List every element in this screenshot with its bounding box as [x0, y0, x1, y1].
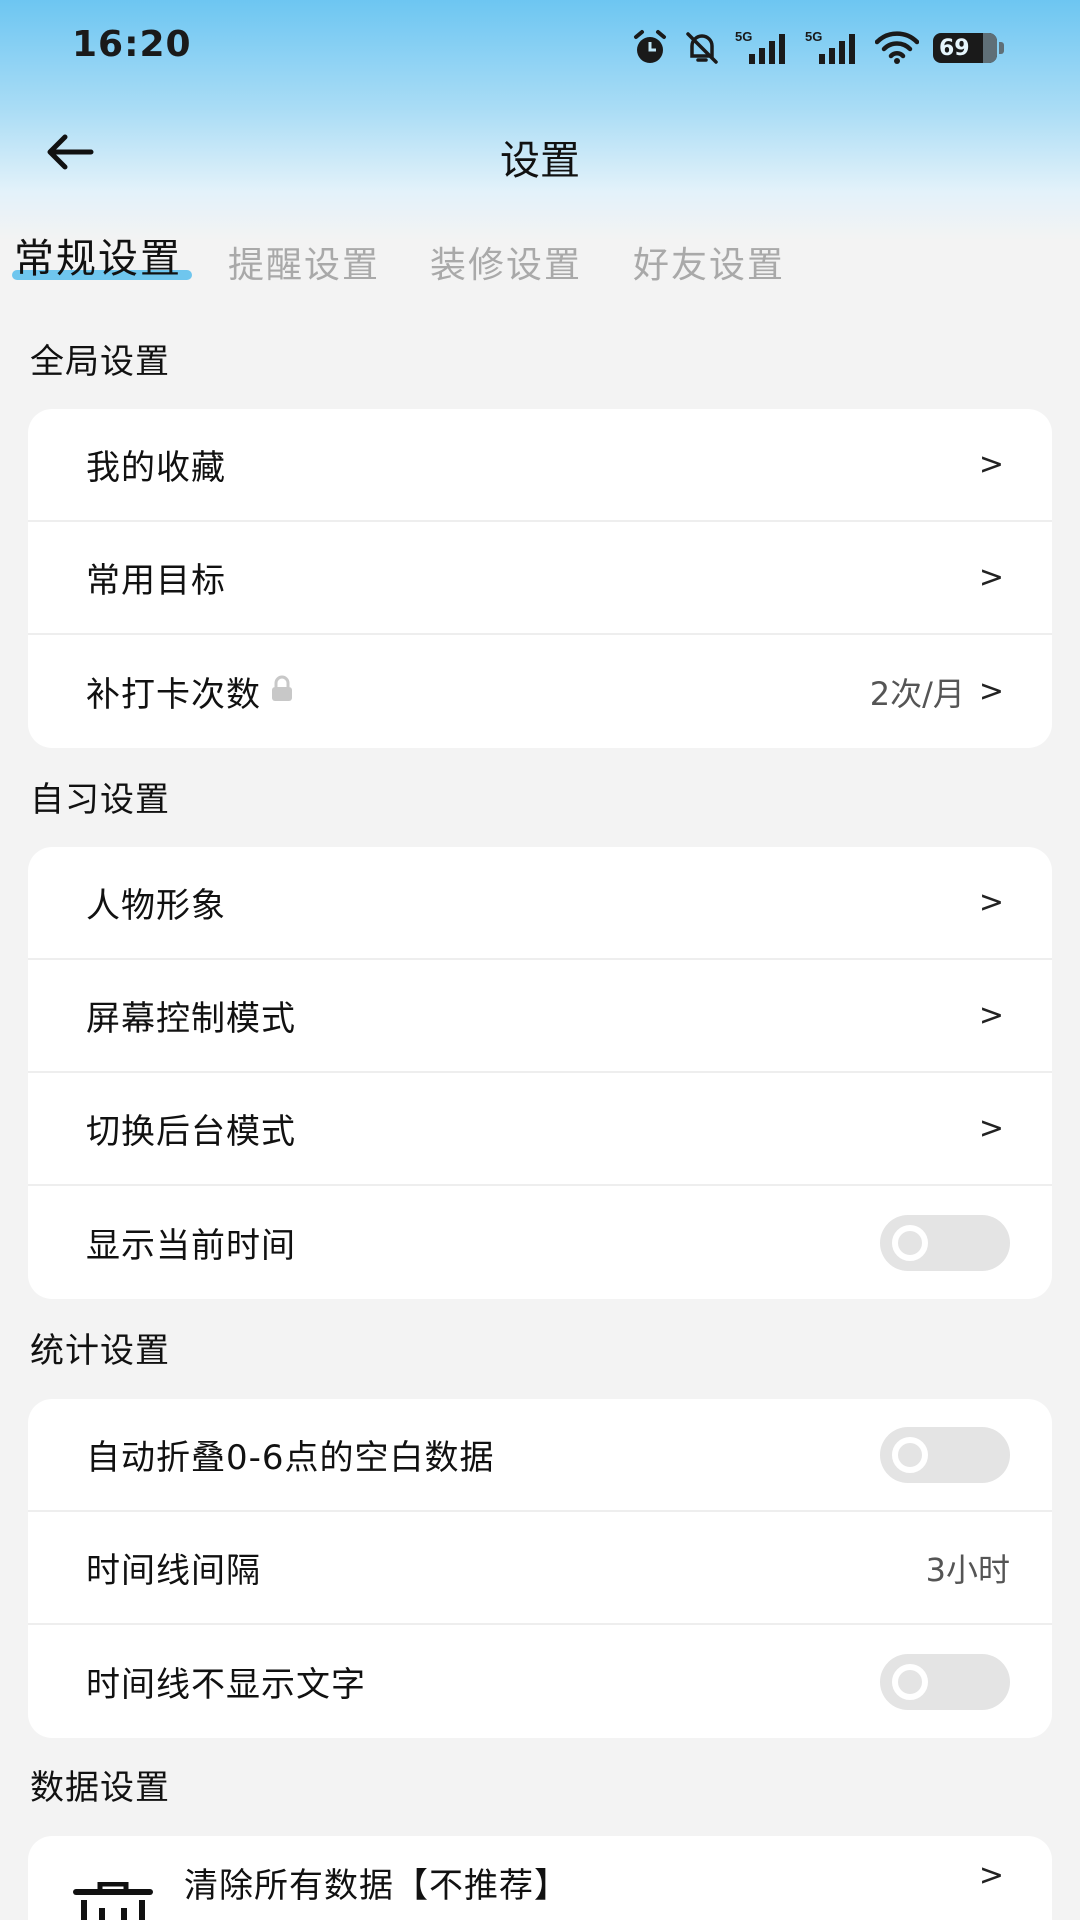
battery-icon: 69: [933, 33, 997, 63]
row-screen-control-mode[interactable]: 屏幕控制模式 >: [28, 960, 1052, 1073]
chevron-right-icon: >: [978, 674, 1004, 709]
row-label: 人物形象: [86, 886, 226, 926]
tab-friends[interactable]: 好友设置: [633, 236, 785, 288]
row-common-goals[interactable]: 常用目标 >: [28, 522, 1052, 635]
chevron-right-icon: >: [978, 447, 1004, 482]
card-data: 清除所有数据【不推荐】 >: [28, 1836, 1052, 1920]
chevron-right-icon: >: [978, 1111, 1004, 1146]
row-label: 常用目标: [86, 561, 226, 601]
chevron-right-icon: >: [978, 1858, 1004, 1893]
signal-5g-icon: 5G: [805, 28, 861, 68]
status-icons: 5G 5G 69: [631, 26, 1004, 70]
row-label: 切换后台模式: [86, 1112, 296, 1152]
nav-bar: 设置: [0, 110, 1080, 194]
card-stats: 自动折叠0-6点的空白数据 时间线间隔 3小时 时间线不显示文字: [28, 1399, 1052, 1738]
row-label: 清除所有数据【不推荐】: [184, 1866, 569, 1906]
show-time-toggle[interactable]: [880, 1214, 1010, 1271]
chevron-right-icon: >: [978, 885, 1004, 920]
card-study: 人物形象 > 屏幕控制模式 > 切换后台模式 > 显示当前时间: [28, 847, 1052, 1299]
row-label: 屏幕控制模式: [86, 999, 296, 1039]
section-title-global: 全局设置: [30, 342, 170, 382]
tab-general[interactable]: 常规设置: [14, 226, 182, 284]
mute-bell-icon: [683, 29, 721, 67]
card-global: 我的收藏 > 常用目标 > 补打卡次数 2次/月 >: [28, 409, 1052, 748]
svg-text:5G: 5G: [805, 29, 822, 44]
hide-text-toggle[interactable]: [880, 1653, 1010, 1710]
timeline-interval-value: 3小时: [925, 1550, 1010, 1589]
trash-icon: [68, 1881, 158, 1920]
row-timeline-hide-text: 时间线不显示文字: [28, 1625, 1052, 1738]
row-fold-blank-data: 自动折叠0-6点的空白数据: [28, 1399, 1052, 1512]
section-title-stats: 统计设置: [30, 1331, 170, 1371]
tab-decoration[interactable]: 装修设置: [430, 236, 582, 288]
row-label: 时间线间隔: [86, 1551, 261, 1591]
row-background-mode[interactable]: 切换后台模式 >: [28, 1073, 1052, 1186]
row-avatar-character[interactable]: 人物形象 >: [28, 847, 1052, 960]
section-title-data: 数据设置: [30, 1768, 170, 1808]
row-label: 补打卡次数: [86, 675, 261, 715]
row-label-wrap: 补打卡次数: [86, 667, 295, 716]
row-makeup-checkin[interactable]: 补打卡次数 2次/月 >: [28, 635, 1052, 748]
tab-bar: 常规设置 提醒设置 装修设置 好友设置: [0, 230, 1080, 290]
checkin-count-value: 2次/月: [869, 674, 965, 713]
battery-tip: [999, 42, 1004, 54]
row-show-current-time: 显示当前时间: [28, 1186, 1052, 1299]
fold-blank-toggle[interactable]: [880, 1426, 1010, 1483]
lock-icon: [269, 672, 295, 712]
status-time: 16:20: [72, 24, 192, 65]
alarm-icon: [631, 29, 669, 67]
row-label: 显示当前时间: [86, 1226, 296, 1266]
row-clear-all-data[interactable]: 清除所有数据【不推荐】 >: [28, 1836, 1052, 1920]
section-title-study: 自习设置: [30, 780, 170, 820]
row-label: 自动折叠0-6点的空白数据: [86, 1438, 495, 1478]
row-label: 时间线不显示文字: [86, 1665, 366, 1705]
status-bar: 16:20 5G 5G 69: [0, 0, 1080, 96]
row-timeline-interval[interactable]: 时间线间隔 3小时: [28, 1512, 1052, 1625]
row-favorites[interactable]: 我的收藏 >: [28, 409, 1052, 522]
tab-reminder[interactable]: 提醒设置: [228, 236, 380, 288]
row-label: 我的收藏: [86, 448, 226, 488]
chevron-right-icon: >: [978, 560, 1004, 595]
page-title: 设置: [500, 138, 580, 184]
svg-text:5G: 5G: [735, 29, 752, 44]
wifi-icon: [875, 30, 919, 66]
battery-level: 69: [939, 35, 970, 61]
chevron-right-icon: >: [978, 998, 1004, 1033]
signal-5g-icon: 5G: [735, 28, 791, 68]
